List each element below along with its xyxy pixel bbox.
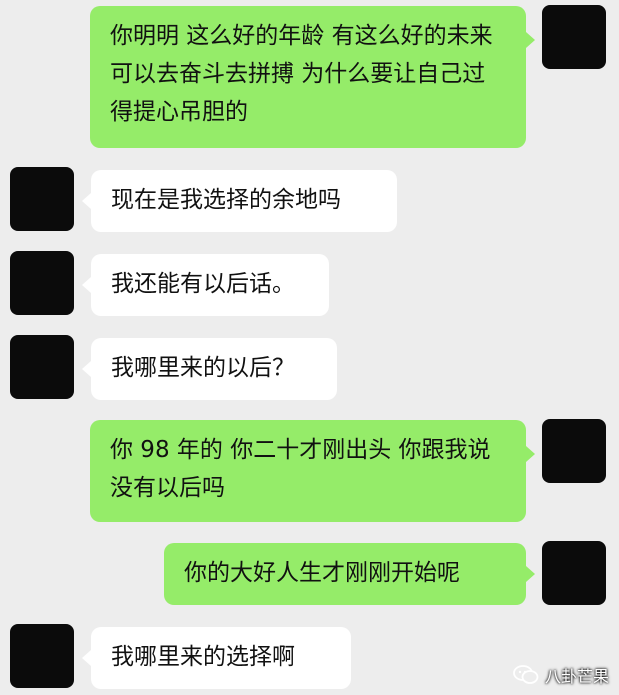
wechat-icon: [513, 665, 539, 684]
message-bubble-sent[interactable]: 你明明 这么好的年龄 有这么好的未来 可以去奋斗去拼搏 为什么要让自己过得提心吊…: [90, 6, 526, 148]
message-text: 你的大好人生才刚刚开始呢: [184, 560, 460, 586]
message-bubble-received[interactable]: 我还能有以后话。: [91, 254, 329, 316]
message-bubble-sent[interactable]: 你 98 年的 你二十才刚出头 你跟我说没有以后吗: [90, 420, 526, 522]
watermark-text: 八卦芒果: [544, 667, 609, 686]
bubble-tail: [82, 277, 91, 293]
bubble-tail: [526, 446, 535, 462]
message-text: 我还能有以后话。: [111, 271, 295, 297]
avatar-me[interactable]: [542, 419, 606, 483]
watermark: 八卦芒果: [513, 663, 609, 687]
avatar-me[interactable]: [542, 541, 606, 605]
message-text: 你明明 这么好的年龄 有这么好的未来 可以去奋斗去拼搏 为什么要让自己过得提心吊…: [110, 23, 493, 125]
message-bubble-received[interactable]: 我哪里来的选择啊: [91, 627, 351, 689]
bubble-tail: [82, 193, 91, 209]
bubble-tail: [526, 32, 535, 48]
avatar-contact[interactable]: [10, 624, 74, 688]
avatar-contact[interactable]: [10, 167, 74, 231]
avatar-me[interactable]: [542, 5, 606, 69]
message-bubble-sent[interactable]: 你的大好人生才刚刚开始呢: [164, 543, 526, 605]
message-text: 我哪里来的以后？: [111, 355, 295, 381]
avatar-contact[interactable]: [10, 251, 74, 315]
bubble-tail: [82, 650, 91, 666]
message-text: 你 98 年的 你二十才刚出头 你跟我说没有以后吗: [110, 437, 491, 501]
message-text: 我哪里来的选择啊: [111, 644, 295, 670]
avatar-contact[interactable]: [10, 335, 74, 399]
message-bubble-received[interactable]: 我哪里来的以后？: [91, 338, 337, 400]
bubble-tail: [82, 361, 91, 377]
bubble-tail: [526, 566, 535, 582]
message-text: 现在是我选择的余地吗: [111, 187, 341, 213]
message-bubble-received[interactable]: 现在是我选择的余地吗: [91, 170, 397, 232]
